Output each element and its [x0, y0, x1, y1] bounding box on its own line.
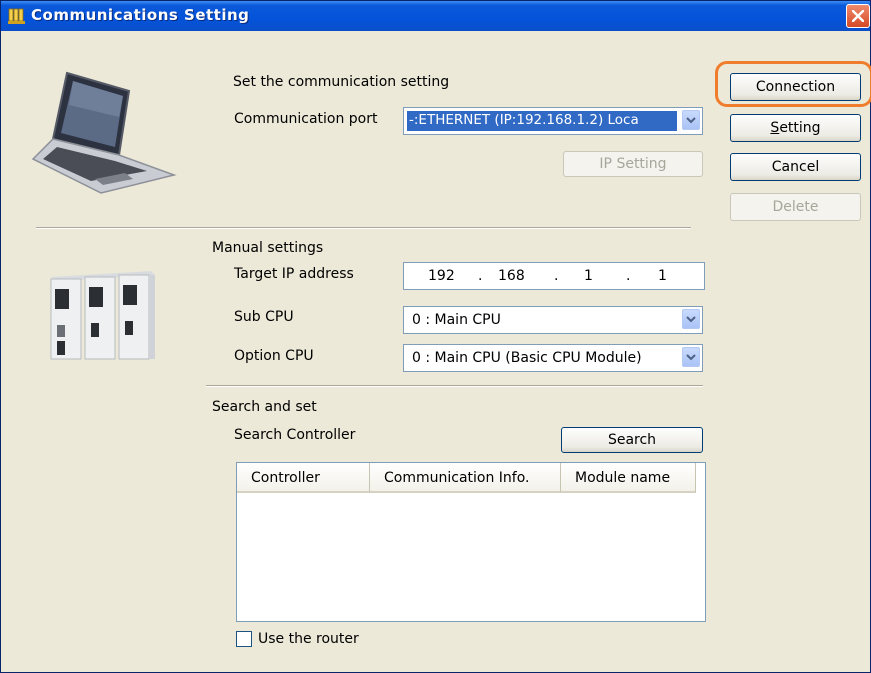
ip-octet-1[interactable]: 192: [428, 268, 455, 284]
ip-setting-button[interactable]: IP Setting: [563, 151, 703, 177]
communications-setting-window: Communications Setting Set the communica…: [0, 0, 871, 673]
sub-cpu-value: 0 : Main CPU: [412, 312, 501, 328]
separator: [206, 385, 703, 387]
title-bar[interactable]: Communications Setting: [1, 1, 870, 31]
ip-octet-4[interactable]: 1: [658, 268, 667, 284]
sub-cpu-label: Sub CPU: [234, 309, 294, 325]
port-dropdown-arrow[interactable]: [682, 110, 700, 130]
option-cpu-value: 0 : Main CPU (Basic CPU Module): [412, 350, 642, 366]
ip-octet-2[interactable]: 168: [498, 268, 525, 284]
column-header-controller[interactable]: Controller: [237, 463, 370, 493]
separator: [36, 227, 691, 229]
port-label: Communication port: [234, 111, 378, 127]
option-cpu-dropdown-arrow[interactable]: [682, 347, 700, 367]
search-heading: Search and set: [212, 399, 317, 415]
search-controller-label: Search Controller: [234, 427, 356, 443]
use-router-checkbox[interactable]: [236, 631, 252, 647]
setting-label: etting: [779, 120, 821, 136]
ip-dot: .: [554, 268, 559, 284]
chevron-down-icon: [686, 117, 696, 124]
cancel-button[interactable]: Cancel: [730, 153, 861, 181]
controller-list[interactable]: Controller Communication Info. Module na…: [236, 462, 706, 622]
window-title: Communications Setting: [31, 6, 250, 24]
communication-port-select[interactable]: -:ETHERNET (IP:192.168.1.2) Loca: [403, 107, 703, 135]
sub-cpu-dropdown-arrow[interactable]: [682, 309, 700, 329]
manual-heading: Manual settings: [212, 240, 324, 256]
setting-button[interactable]: Setting: [730, 114, 861, 142]
option-cpu-select[interactable]: 0 : Main CPU (Basic CPU Module): [403, 344, 703, 372]
chevron-down-icon: [686, 316, 696, 323]
sub-cpu-select[interactable]: 0 : Main CPU: [403, 306, 703, 334]
ip-dot: .: [626, 268, 631, 284]
target-ip-input[interactable]: 192 . 168 . 1 . 1: [403, 262, 705, 290]
chevron-down-icon: [686, 354, 696, 361]
column-header-module-name[interactable]: Module name: [561, 463, 696, 493]
option-cpu-label: Option CPU: [234, 348, 314, 364]
column-header-communication-info[interactable]: Communication Info.: [370, 463, 561, 493]
close-icon: [852, 10, 864, 22]
close-button[interactable]: [846, 4, 870, 28]
delete-button[interactable]: Delete: [730, 193, 861, 221]
ip-dot: .: [478, 268, 483, 284]
search-button[interactable]: Search: [561, 427, 703, 453]
comm-heading: Set the communication setting: [233, 74, 450, 90]
use-router-label: Use the router: [258, 631, 359, 647]
setting-mnemonic: S: [770, 120, 780, 136]
ip-octet-3[interactable]: 1: [584, 268, 593, 284]
plc-modules-icon: [50, 271, 155, 360]
target-ip-label: Target IP address: [234, 266, 354, 282]
connection-button[interactable]: Connection: [730, 73, 861, 101]
app-icon: [8, 8, 25, 24]
laptop-icon: [31, 71, 177, 194]
port-selected-value: -:ETHERNET (IP:192.168.1.2) Loca: [407, 111, 677, 131]
